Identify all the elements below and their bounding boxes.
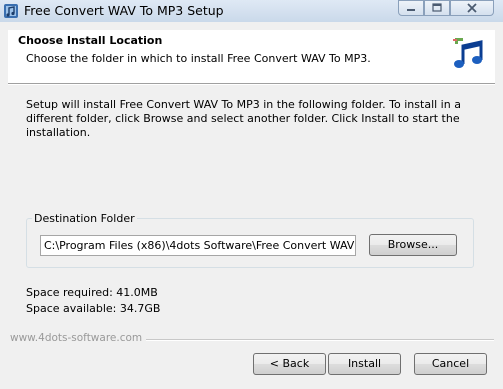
minimize-button[interactable] — [398, 0, 424, 16]
installer-app-icon — [4, 4, 18, 18]
maximize-button[interactable] — [424, 0, 450, 16]
page-title: Choose Install Location — [18, 34, 163, 47]
music-notes-icon — [453, 38, 483, 68]
cancel-button[interactable]: Cancel — [414, 353, 487, 375]
window-title: Free Convert WAV To MP3 Setup — [24, 3, 224, 18]
close-icon — [467, 3, 477, 13]
install-button[interactable]: Install — [328, 353, 401, 375]
space-required: Space required: 41.0MB — [26, 286, 158, 299]
space-available: Space available: 34.7GB — [26, 302, 161, 315]
setup-window: Free Convert WAV To MP3 Setup Choose Ins… — [0, 0, 503, 389]
close-button[interactable] — [450, 0, 494, 16]
title-bar[interactable]: Free Convert WAV To MP3 Setup — [0, 0, 503, 22]
back-button[interactable]: < Back — [253, 353, 326, 375]
install-path-field[interactable]: C:\Program Files (x86)\4dots Software\Fr… — [40, 235, 356, 256]
brand-url: www.4dots-software.com — [10, 332, 147, 344]
header-divider — [8, 83, 495, 85]
maximize-icon — [432, 3, 442, 12]
page-subtitle: Choose the folder in which to install Fr… — [26, 52, 371, 65]
minimize-icon — [407, 9, 415, 11]
browse-button[interactable]: Browse... — [369, 234, 457, 256]
destination-folder-label: Destination Folder — [32, 212, 137, 225]
install-description: Setup will install Free Convert WAV To M… — [26, 98, 461, 139]
